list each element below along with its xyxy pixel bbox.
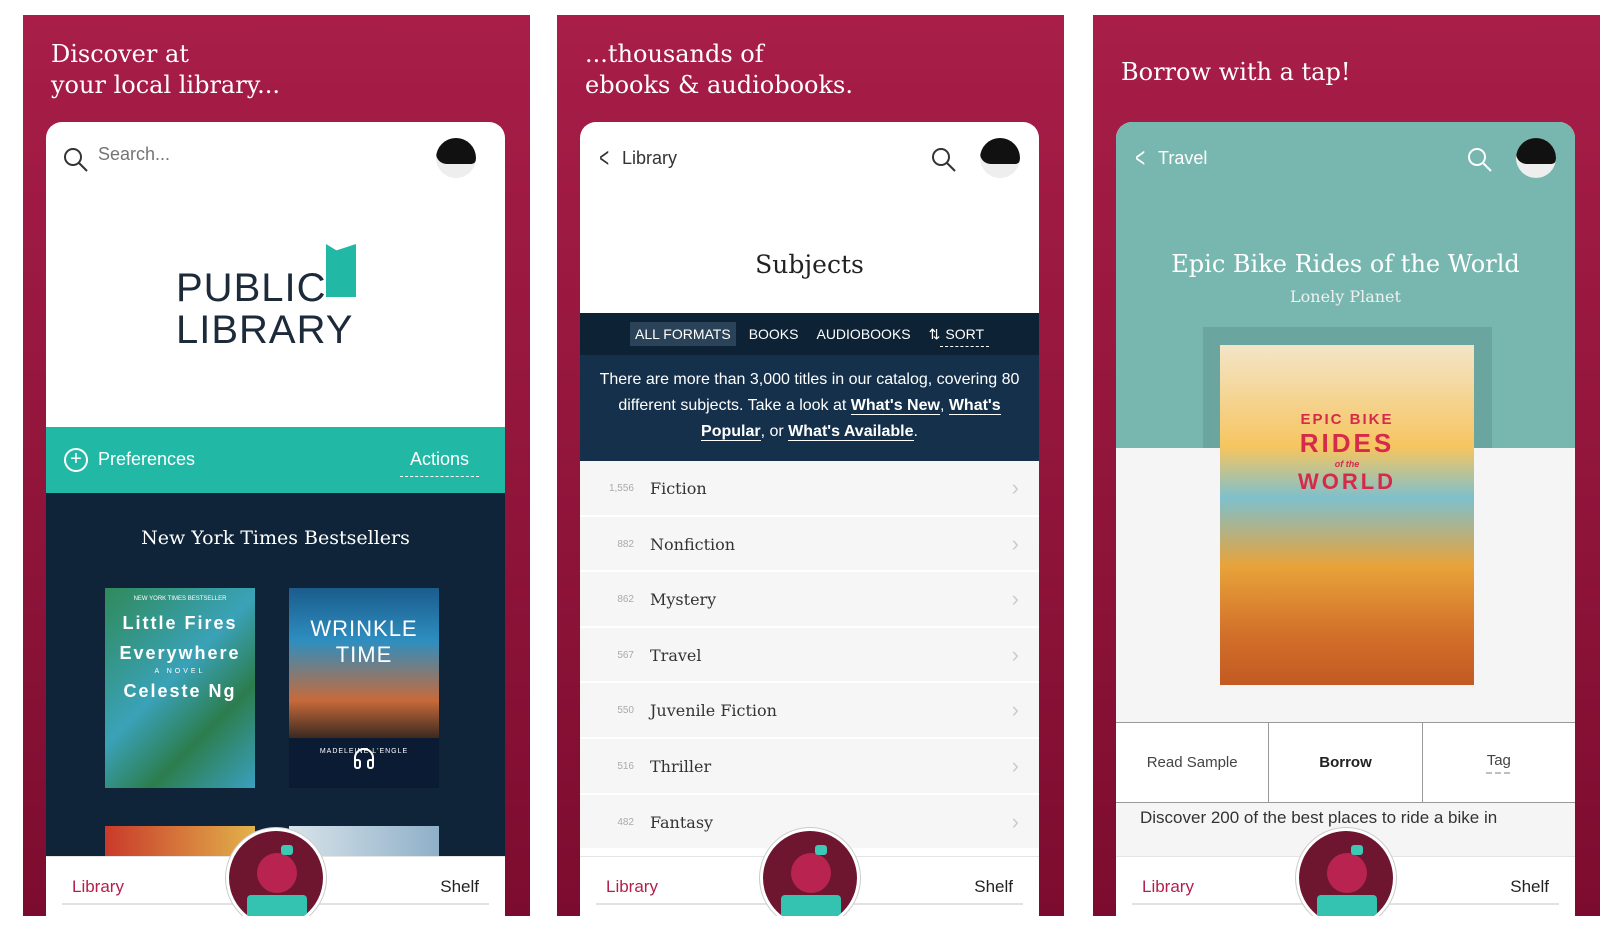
chevron-right-icon: › bbox=[1011, 808, 1019, 834]
search-icon[interactable] bbox=[62, 146, 90, 174]
subject-count: 882 bbox=[617, 538, 634, 550]
borrow-button[interactable]: Borrow bbox=[1269, 723, 1423, 802]
format-tabs: ALL FORMATS BOOKS AUDIOBOOKS ⇅ SORT bbox=[580, 313, 1039, 355]
book-cover-wrinkle-in-time[interactable]: WRINKLE TIME MADELEINE L'ENGLE bbox=[289, 588, 439, 788]
chevron-right-icon: › bbox=[1011, 697, 1019, 723]
public-library-logo: PUBLIC LIBRARY bbox=[46, 244, 505, 362]
actions-button[interactable]: Actions bbox=[399, 449, 479, 477]
whats-new-link[interactable]: What's New bbox=[850, 397, 940, 415]
nav-library[interactable]: Library bbox=[606, 877, 658, 897]
panel-caption: Borrow with a tap! bbox=[1121, 58, 1351, 86]
tag-button[interactable]: Tag bbox=[1423, 723, 1575, 802]
tab-audiobooks[interactable]: AUDIOBOOKS bbox=[811, 322, 915, 346]
book-author: Lonely Planet bbox=[1290, 287, 1401, 306]
subject-name: Thriller bbox=[650, 757, 712, 776]
chevron-right-icon: › bbox=[1011, 475, 1019, 500]
section-title: New York Times Bestsellers bbox=[141, 527, 410, 549]
search-icon[interactable] bbox=[930, 146, 958, 174]
nav-library[interactable]: Library bbox=[72, 877, 124, 897]
subject-name: Mystery bbox=[650, 590, 717, 610]
screenshot-panel-borrow: Borrow with a tap! < Travel Epic Bike Ri… bbox=[1093, 15, 1600, 916]
subject-row[interactable]: 516 Thriller › bbox=[580, 739, 1039, 795]
chevron-right-icon: › bbox=[1011, 753, 1019, 778]
phone-screen: < Library Subjects ALL FORMATS BOOKS AUD… bbox=[580, 122, 1039, 916]
phone-screen: < Travel Epic Bike Rides of the World Lo… bbox=[1116, 122, 1575, 916]
subject-count: 550 bbox=[617, 705, 634, 717]
search-icon[interactable] bbox=[1466, 146, 1494, 174]
phone-screen: PUBLIC LIBRARY + Preferences Actions New… bbox=[46, 122, 505, 916]
panel-caption: ...thousands of ebooks & audiobooks. bbox=[585, 40, 853, 99]
subject-row[interactable]: 1,556 Fiction › bbox=[580, 461, 1039, 517]
book-cover-little-fires[interactable]: NEW YORK TIMES BESTSELLER Little Fires E… bbox=[105, 588, 255, 788]
tab-books[interactable]: BOOKS bbox=[744, 322, 804, 346]
page-title: Subjects bbox=[755, 250, 864, 279]
nav-shelf[interactable]: Shelf bbox=[1510, 877, 1549, 897]
search-input[interactable] bbox=[98, 144, 348, 165]
subject-count: 567 bbox=[617, 649, 634, 661]
subject-count: 482 bbox=[617, 816, 634, 828]
book-cover-epic-bike-rides[interactable]: EPIC BIKE RIDES of the WORLD bbox=[1220, 345, 1474, 685]
profile-avatar[interactable] bbox=[1516, 138, 1556, 178]
screenshot-panel-subjects: ...thousands of ebooks & audiobooks. < L… bbox=[557, 15, 1064, 916]
subject-name: Fiction bbox=[650, 479, 707, 498]
profile-avatar[interactable] bbox=[980, 138, 1020, 178]
nav-shelf[interactable]: Shelf bbox=[974, 877, 1013, 897]
preferences-bar: + Preferences Actions bbox=[46, 427, 505, 493]
subject-count: 1,556 bbox=[608, 483, 634, 494]
nav-shelf[interactable]: Shelf bbox=[440, 877, 479, 897]
panel-caption: Discover at your local library... bbox=[51, 40, 280, 99]
bookmark-icon bbox=[326, 244, 356, 297]
book-description: Discover 200 of the best places to ride … bbox=[1140, 808, 1498, 827]
subject-name: Travel bbox=[650, 645, 702, 665]
book-actions: Read Sample Borrow Tag bbox=[1116, 722, 1575, 803]
subject-name: Juvenile Fiction bbox=[650, 701, 777, 721]
whats-available-link[interactable]: What's Available bbox=[788, 423, 914, 441]
libby-mascot-button[interactable] bbox=[1296, 828, 1396, 916]
back-chevron-icon[interactable]: < bbox=[599, 142, 609, 174]
subject-count: 862 bbox=[617, 594, 634, 606]
subject-name: Nonfiction bbox=[650, 534, 736, 554]
preferences-button[interactable]: Preferences bbox=[98, 449, 195, 470]
back-button[interactable]: Library bbox=[622, 148, 677, 169]
plus-circle-icon[interactable]: + bbox=[64, 448, 88, 472]
subject-name: Fantasy bbox=[650, 812, 714, 832]
sort-icon[interactable]: ⇅ bbox=[924, 322, 941, 347]
profile-avatar[interactable] bbox=[436, 138, 476, 178]
tab-all-formats[interactable]: ALL FORMATS bbox=[630, 322, 736, 346]
nav-library[interactable]: Library bbox=[1142, 877, 1194, 897]
subject-count: 516 bbox=[617, 761, 634, 772]
chevron-right-icon: › bbox=[1011, 586, 1019, 612]
catalog-description: There are more than 3,000 titles in our … bbox=[580, 355, 1039, 461]
chevron-right-icon: › bbox=[1011, 530, 1019, 556]
read-sample-button[interactable]: Read Sample bbox=[1116, 723, 1270, 802]
subject-row[interactable]: 882 Nonfiction › bbox=[580, 516, 1039, 573]
subject-row[interactable]: 862 Mystery › bbox=[580, 572, 1039, 628]
screenshot-panel-discover: Discover at your local library... PUBLIC… bbox=[23, 15, 530, 916]
subject-row[interactable]: 567 Travel › bbox=[580, 627, 1039, 684]
chevron-right-icon: › bbox=[1011, 641, 1019, 667]
back-button[interactable]: Travel bbox=[1158, 148, 1207, 169]
sort-button[interactable]: SORT bbox=[940, 322, 989, 347]
back-chevron-icon[interactable]: < bbox=[1135, 142, 1145, 174]
book-title: Epic Bike Rides of the World bbox=[1171, 250, 1520, 278]
headphones-icon bbox=[354, 748, 374, 769]
subject-row[interactable]: 550 Juvenile Fiction › bbox=[580, 683, 1039, 739]
